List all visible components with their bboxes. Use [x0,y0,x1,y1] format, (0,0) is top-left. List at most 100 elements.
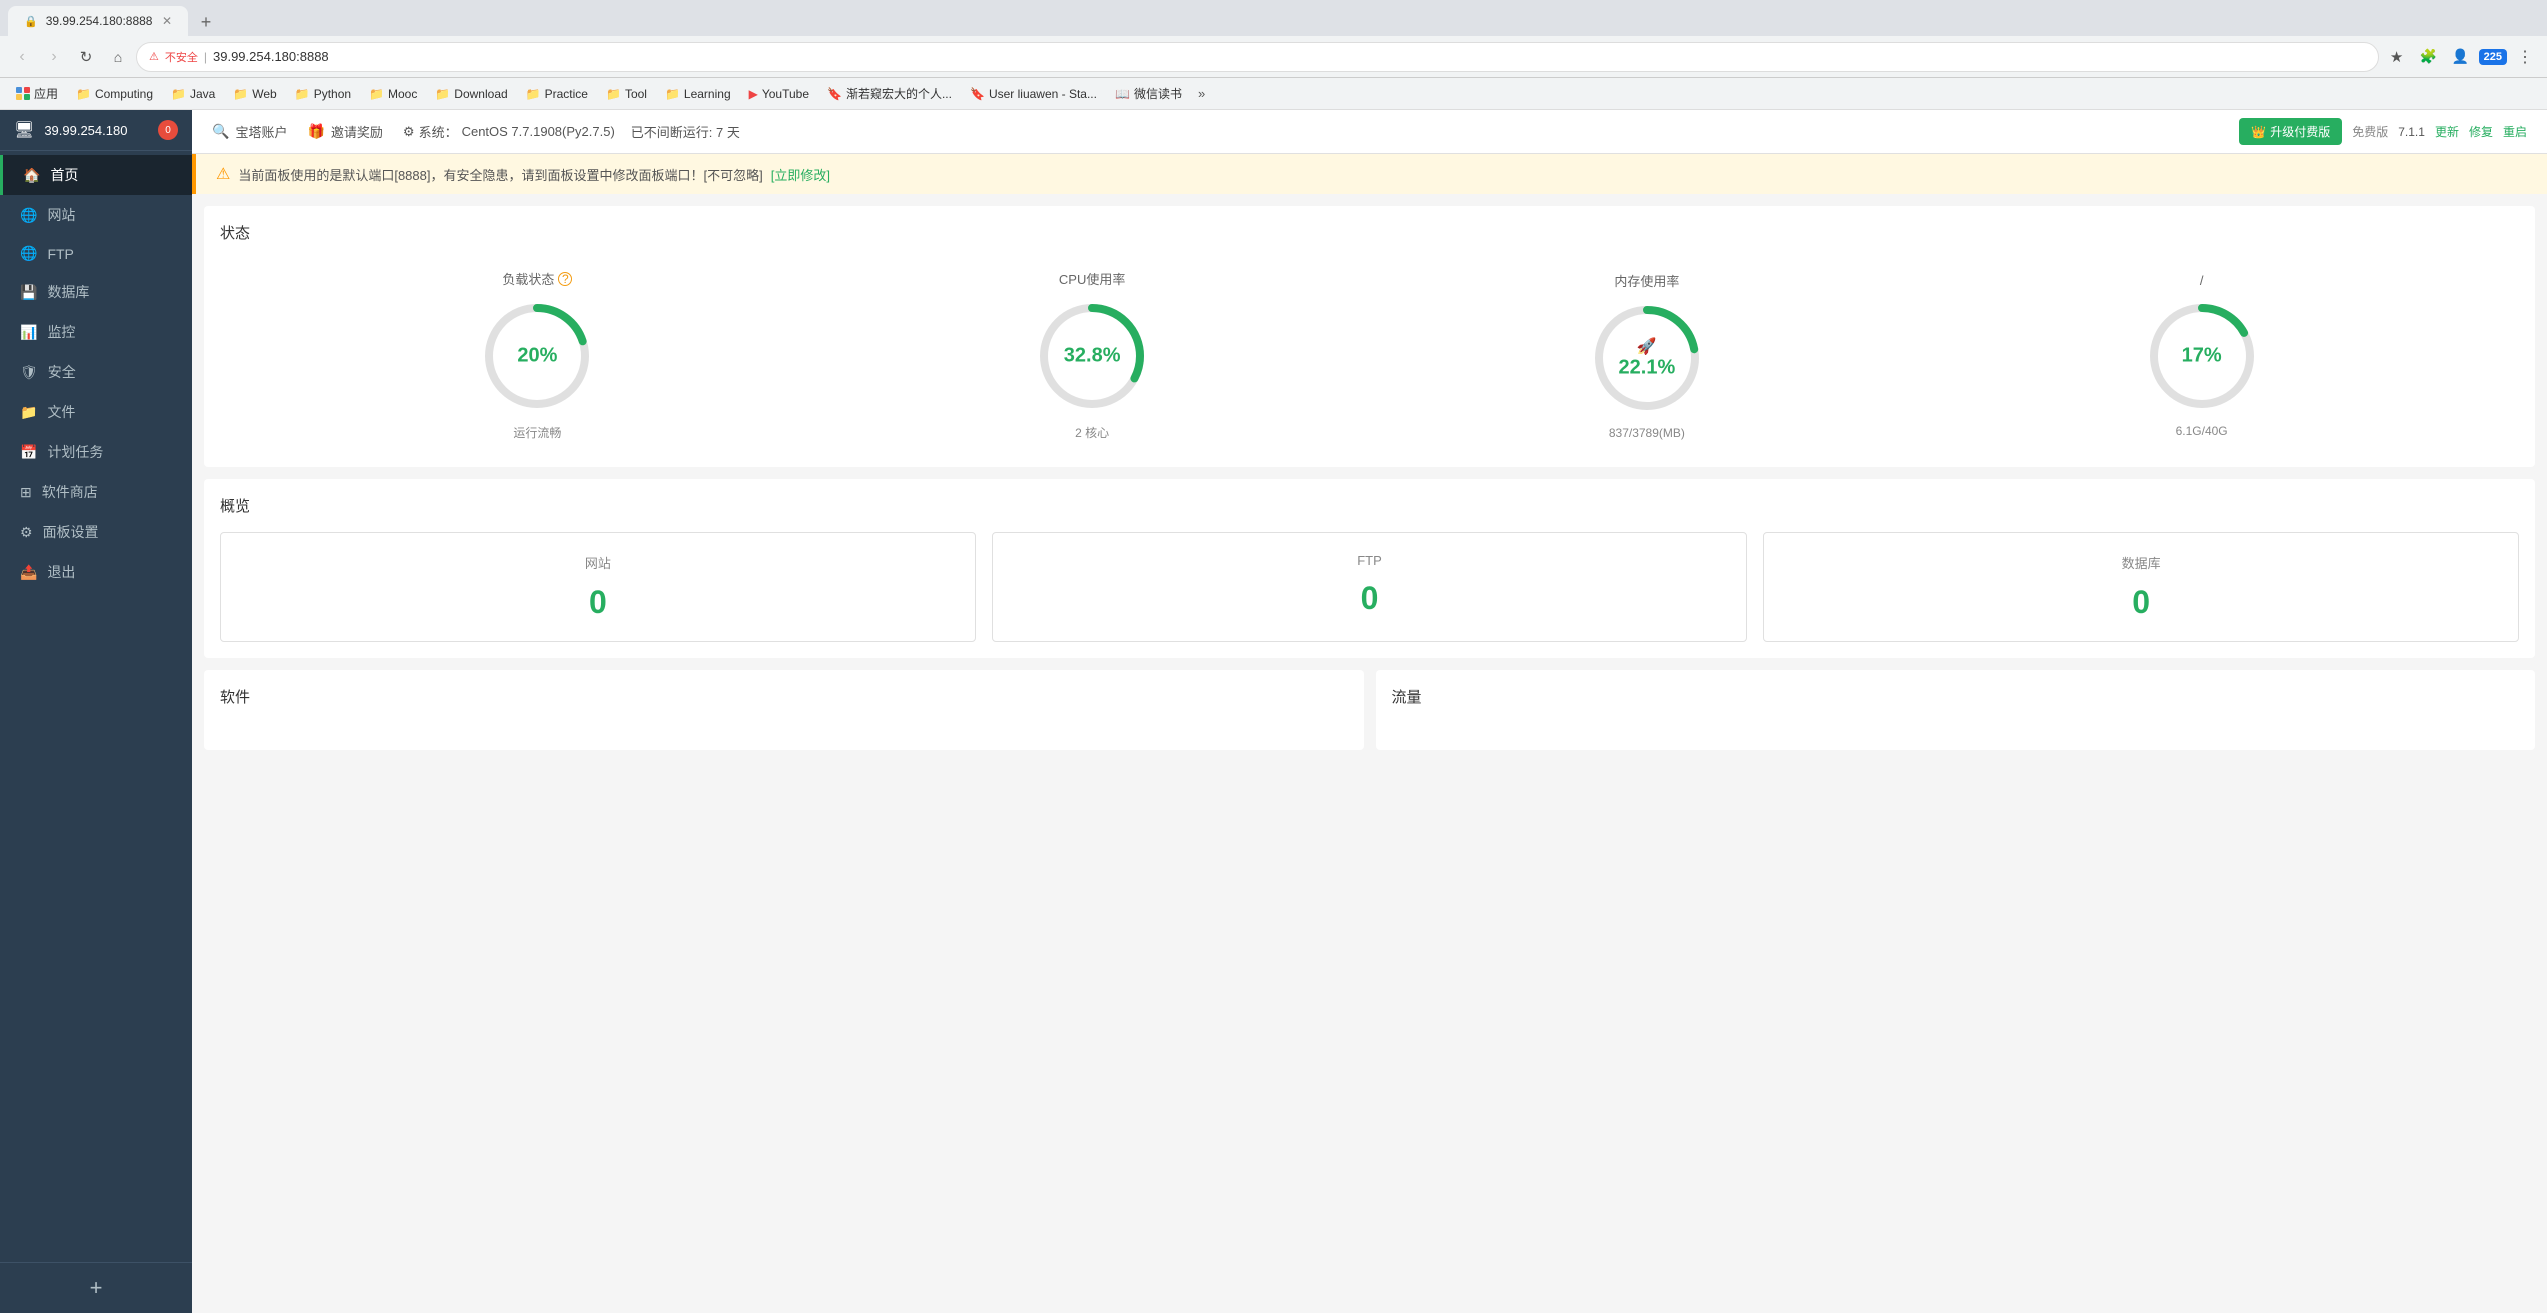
close-tab-icon[interactable]: ✕ [162,14,172,28]
bookmark-apps[interactable]: 应用 [8,82,66,105]
bookmark-wechat[interactable]: 📖微信读书 [1107,82,1190,105]
database-icon: 💾 [20,284,37,301]
restore-link[interactable]: 修复 [2469,123,2493,140]
address-bar[interactable]: ⚠ 不安全 | 39.99.254.180:8888 [136,42,2379,72]
sidebar-item-logout[interactable]: 📤 退出 [0,552,192,592]
sidebar-item-website[interactable]: 🌐 网站 [0,195,192,235]
extensions-icon[interactable]: 🧩 [2415,43,2443,71]
home-button[interactable]: ⌂ [104,43,132,71]
bottom-sections: 软件 流量 [204,670,2535,750]
security-warning-icon: ⚠ [149,50,159,63]
gauge-memory-sub: 837/3789(MB) [1609,426,1685,440]
warning-banner: ⚠ 当前面板使用的是默认端口[8888]，有安全隐患，请到面板设置中修改面板端口… [192,154,2547,194]
bookmark-star-icon[interactable]: ★ [2383,43,2411,71]
software-title: 软件 [220,686,1348,707]
home-icon: 🏠 [23,167,40,184]
database-card-label: 数据库 [1784,553,2498,572]
sidebar-security-label: 安全 [48,362,76,382]
sidebar-item-cron[interactable]: 📅 计划任务 [0,432,192,472]
bookmark-web[interactable]: 📁Web [225,84,284,104]
reload-button[interactable]: ↻ [72,43,100,71]
browser-toolbar: ‹ › ↻ ⌂ ⚠ 不安全 | 39.99.254.180:8888 ★ 🧩 👤… [0,36,2547,78]
gauge-disk-value: 17% [2182,344,2222,367]
update-link[interactable]: 更新 [2435,123,2459,140]
sidebar-item-monitor[interactable]: 📊 监控 [0,312,192,352]
bookmark-user[interactable]: 🔖User liuawen - Sta... [962,84,1105,104]
info-icon: ? [558,272,572,286]
gauge-disk-sub: 6.1G/40G [2176,424,2228,438]
sidebar-item-software[interactable]: ⊞ 软件商店 [0,472,192,512]
account-label: 宝塔账户 [235,122,287,141]
version-text: 7.1.1 [2398,125,2425,139]
gauge-cpu-label: CPU使用率 [1059,269,1125,288]
bookmark-jinawen[interactable]: 🔖渐若窥宏大的个人... [819,82,960,105]
warning-fix-link[interactable]: [立即修改] [771,165,830,184]
bookmark-python[interactable]: 📁Python [287,84,359,104]
system-icon: ⚙ [403,124,415,140]
restart-link[interactable]: 重启 [2503,123,2527,140]
active-tab[interactable]: 🔒 39.99.254.180:8888 ✕ [8,6,188,36]
gauge-load-value: 20% [517,345,557,368]
forward-button[interactable]: › [40,43,68,71]
page-wrapper: 🖥 39.99.254.180 0 🏠 首页 🌐 网站 🌐 FTP 💾 数据库 [0,110,2547,1313]
sidebar-files-label: 文件 [47,402,75,422]
upgrade-button[interactable]: 👑 升级付费版 [2239,118,2342,145]
bookmark-java[interactable]: 📁Java [163,84,223,104]
sidebar-logout-label: 退出 [47,562,75,582]
profile-icon[interactable]: 👤 [2447,43,2475,71]
gauge-cpu-chart: 32.8% [1032,296,1152,416]
sidebar-home-label: 首页 [50,165,78,185]
gauge-memory-icon: 🚀 [1619,336,1676,356]
browser-chrome: 🔒 39.99.254.180:8888 ✕ + ‹ › ↻ ⌂ ⚠ 不安全 |… [0,0,2547,110]
gauge-memory: 内存使用率 🚀 22.1% 837/3789(MB) [1587,271,1707,440]
invite-label: 邀请奖励 [331,122,383,141]
add-button[interactable]: + [90,1275,103,1300]
sidebar-ip: 39.99.254.180 [44,123,127,138]
bookmarks-bar: 应用 📁Computing 📁Java 📁Web 📁Python 📁Mooc 📁… [0,78,2547,110]
ftp-card-label: FTP [1013,553,1727,568]
top-bar: 🔍 宝塔账户 🎁 邀请奖励 ⚙ 系统： CentOS 7.7.1908(Py2.… [192,110,2547,154]
bookmark-download[interactable]: 📁Download [427,84,515,104]
more-bookmarks[interactable]: » [1192,83,1211,104]
crown-icon: 👑 [2251,125,2266,139]
gauge-load-chart: 20% [477,296,597,416]
overview-card-database: 数据库 0 [1763,532,2519,642]
account-item[interactable]: 🔍 宝塔账户 [212,122,287,141]
sidebar-item-database[interactable]: 💾 数据库 [0,272,192,312]
gauge-memory-chart: 🚀 22.1% [1587,298,1707,418]
more-menu-icon[interactable]: ⋮ [2511,43,2539,71]
gauge-cpu: CPU使用率 32.8% 2 核心 [1032,269,1152,441]
panel-icon: ⚙ [20,524,33,541]
status-section: 状态 负载状态 ? 20% [204,206,2535,467]
gauge-memory-label: 内存使用率 [1614,271,1679,290]
sidebar-item-files[interactable]: 📁 文件 [0,392,192,432]
sidebar-database-label: 数据库 [47,282,89,302]
sidebar-item-ftp[interactable]: 🌐 FTP [0,235,192,272]
website-card-label: 网站 [241,553,955,572]
website-icon: 🌐 [20,207,37,224]
sidebar-website-label: 网站 [47,205,75,225]
search-icon: 🔍 [212,123,229,140]
back-button[interactable]: ‹ [8,43,36,71]
new-tab-btn[interactable]: + [192,8,220,36]
sidebar-item-panel[interactable]: ⚙ 面板设置 [0,512,192,552]
uptime: 已不间断运行: 7 天 [631,122,740,141]
bookmark-mooc[interactable]: 📁Mooc [361,84,425,104]
bookmark-computing[interactable]: 📁Computing [68,84,161,104]
invite-item[interactable]: 🎁 邀请奖励 [307,122,382,141]
website-card-value: 0 [241,584,955,621]
bookmark-youtube[interactable]: ▶YouTube [741,84,817,104]
sidebar-item-security[interactable]: 🛡 安全 [0,352,192,392]
security-icon: 🛡 [20,364,38,381]
software-icon: ⊞ [20,484,32,501]
overview-card-ftp: FTP 0 [992,532,1748,642]
software-section: 软件 [204,670,1364,750]
sidebar-item-home[interactable]: 🏠 首页 [0,155,192,195]
gauge-cpu-value: 32.8% [1064,345,1121,368]
bookmark-learning[interactable]: 📁Learning [657,84,739,104]
cron-icon: 📅 [20,444,37,461]
bookmark-tool[interactable]: 📁Tool [598,84,655,104]
bookmark-practice[interactable]: 📁Practice [518,84,596,104]
free-label: 免费版 [2352,123,2388,140]
top-bar-right: 👑 升级付费版 免费版 7.1.1 更新 修复 重启 [2239,118,2527,145]
